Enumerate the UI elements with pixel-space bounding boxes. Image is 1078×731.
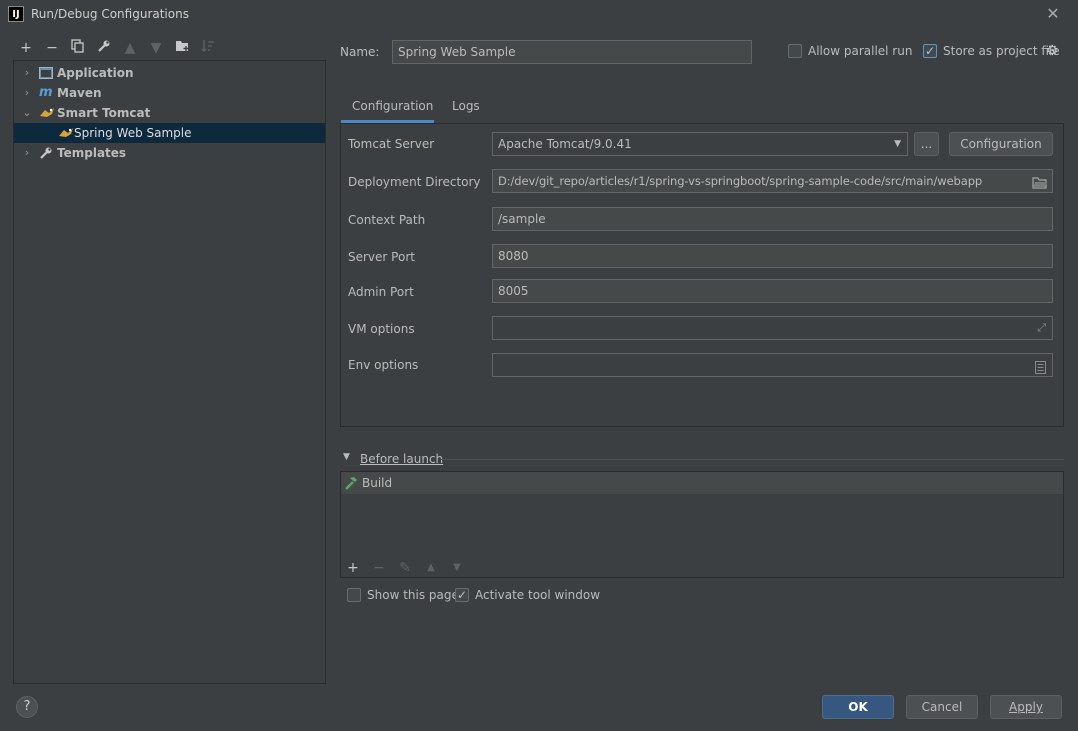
tree-item-templates[interactable]: › Templates <box>14 143 325 163</box>
activate-tool-window-checkbox[interactable]: ✓ <box>455 588 469 602</box>
apply-button[interactable]: Apply <box>990 695 1062 719</box>
tree-item-label: Application <box>57 66 134 80</box>
tomcat-server-label: Tomcat Server <box>348 137 435 151</box>
tree-item-smart-tomcat[interactable]: ⌄ Smart Tomcat <box>14 103 325 123</box>
store-project-file-label: Store as project file <box>943 44 1060 58</box>
maven-icon: m <box>39 85 53 100</box>
before-launch-title[interactable]: Before launch <box>360 452 443 466</box>
remove-icon[interactable]: − <box>43 39 61 57</box>
section-divider <box>441 459 1064 460</box>
application-icon <box>39 66 53 80</box>
tomcat-icon <box>58 126 73 140</box>
before-launch-item-label: Build <box>362 476 393 490</box>
build-hammer-icon <box>343 475 359 494</box>
admin-port-field[interactable]: 8005 <box>492 279 1053 303</box>
deployment-directory-label: Deployment Directory <box>348 175 481 189</box>
server-port-label: Server Port <box>348 250 415 264</box>
vm-options-field[interactable]: ⤢ <box>492 316 1053 340</box>
list-item[interactable]: Build <box>341 472 1063 494</box>
tree-item-label: Spring Web Sample <box>74 126 192 140</box>
admin-port-label: Admin Port <box>348 285 414 299</box>
edit-icon[interactable]: ✎ <box>397 560 413 576</box>
expand-icon[interactable]: ⤢ <box>1037 317 1046 339</box>
move-up-icon[interactable]: ▲ <box>423 560 439 576</box>
chevron-right-icon[interactable]: › <box>22 83 32 103</box>
tomcat-server-select[interactable]: Apache Tomcat/9.0.41 ▼ <box>492 132 908 156</box>
chevron-right-icon[interactable]: › <box>22 63 32 83</box>
show-page-label: Show this page <box>367 588 459 602</box>
configuration-tree: › Application › m Maven ⌄ Smart Tomcat S… <box>13 60 326 684</box>
configuration-button[interactable]: Configuration <box>949 132 1053 156</box>
vm-options-label: VM options <box>348 322 415 336</box>
store-project-file-checkbox[interactable]: ✓ <box>923 44 937 58</box>
browse-server-button[interactable]: ... <box>914 132 939 156</box>
allow-parallel-label: Allow parallel run <box>808 44 913 58</box>
remove-icon[interactable]: − <box>371 560 387 576</box>
checkmark-icon: ✓ <box>457 588 468 602</box>
cancel-button[interactable]: Cancel <box>906 695 978 719</box>
wrench-icon[interactable] <box>95 39 113 57</box>
activate-tool-window-label: Activate tool window <box>475 588 601 602</box>
tree-item-maven[interactable]: › m Maven <box>14 83 325 103</box>
deployment-directory-field[interactable]: D:/dev/git_repo/articles/r1/spring-vs-sp… <box>492 169 1053 193</box>
deployment-directory-value: D:/dev/git_repo/articles/r1/spring-vs-sp… <box>498 174 983 188</box>
close-icon[interactable]: ✕ <box>1044 4 1062 24</box>
tree-item-label: Smart Tomcat <box>57 106 151 120</box>
add-icon[interactable]: + <box>17 39 35 57</box>
tomcat-server-value: Apache Tomcat/9.0.41 <box>498 137 632 151</box>
tree-item-label: Maven <box>57 86 102 100</box>
add-icon[interactable]: + <box>345 560 361 576</box>
move-up-icon[interactable]: ▲ <box>121 39 139 57</box>
tree-item-spring-web-sample[interactable]: Spring Web Sample <box>14 123 325 143</box>
allow-parallel-checkbox[interactable] <box>788 44 802 58</box>
chevron-right-icon[interactable]: › <box>22 143 32 163</box>
show-page-checkbox[interactable] <box>347 588 361 602</box>
new-folder-icon[interactable] <box>173 39 191 57</box>
window-title: Run/Debug Configurations <box>31 7 189 21</box>
help-button[interactable]: ? <box>16 696 38 718</box>
tab-logs[interactable]: Logs <box>452 94 480 120</box>
name-field[interactable]: Spring Web Sample <box>392 40 752 64</box>
checkmark-icon: ✓ <box>925 44 936 58</box>
sort-icon[interactable] <box>199 39 217 57</box>
tree-item-label: Templates <box>57 146 127 160</box>
move-down-icon[interactable]: ▼ <box>147 39 165 57</box>
gear-icon[interactable]: ⚙ <box>1046 44 1060 58</box>
collapse-arrow-icon[interactable]: ▼ <box>343 452 350 462</box>
env-options-label: Env options <box>348 358 419 372</box>
context-path-label: Context Path <box>348 213 426 227</box>
move-down-icon[interactable]: ▼ <box>449 560 465 576</box>
title-bar: IJ Run/Debug Configurations ✕ <box>0 0 1078 30</box>
document-icon[interactable] <box>1035 359 1046 381</box>
context-path-field[interactable]: /sample <box>492 207 1053 231</box>
chevron-down-icon[interactable]: ⌄ <box>22 103 32 123</box>
dropdown-arrow-icon: ▼ <box>894 139 901 149</box>
wrench-icon <box>39 146 53 160</box>
env-options-field[interactable] <box>492 353 1053 377</box>
tree-item-application[interactable]: › Application <box>14 63 325 83</box>
intellij-logo-icon: IJ <box>8 6 24 22</box>
name-label: Name: <box>340 45 380 59</box>
server-port-field[interactable]: 8080 <box>492 244 1053 268</box>
tomcat-icon <box>39 106 54 120</box>
tab-configuration[interactable]: Configuration <box>352 94 433 120</box>
ok-button[interactable]: OK <box>822 695 894 719</box>
folder-icon[interactable] <box>1032 174 1047 196</box>
copy-icon[interactable] <box>69 39 87 57</box>
